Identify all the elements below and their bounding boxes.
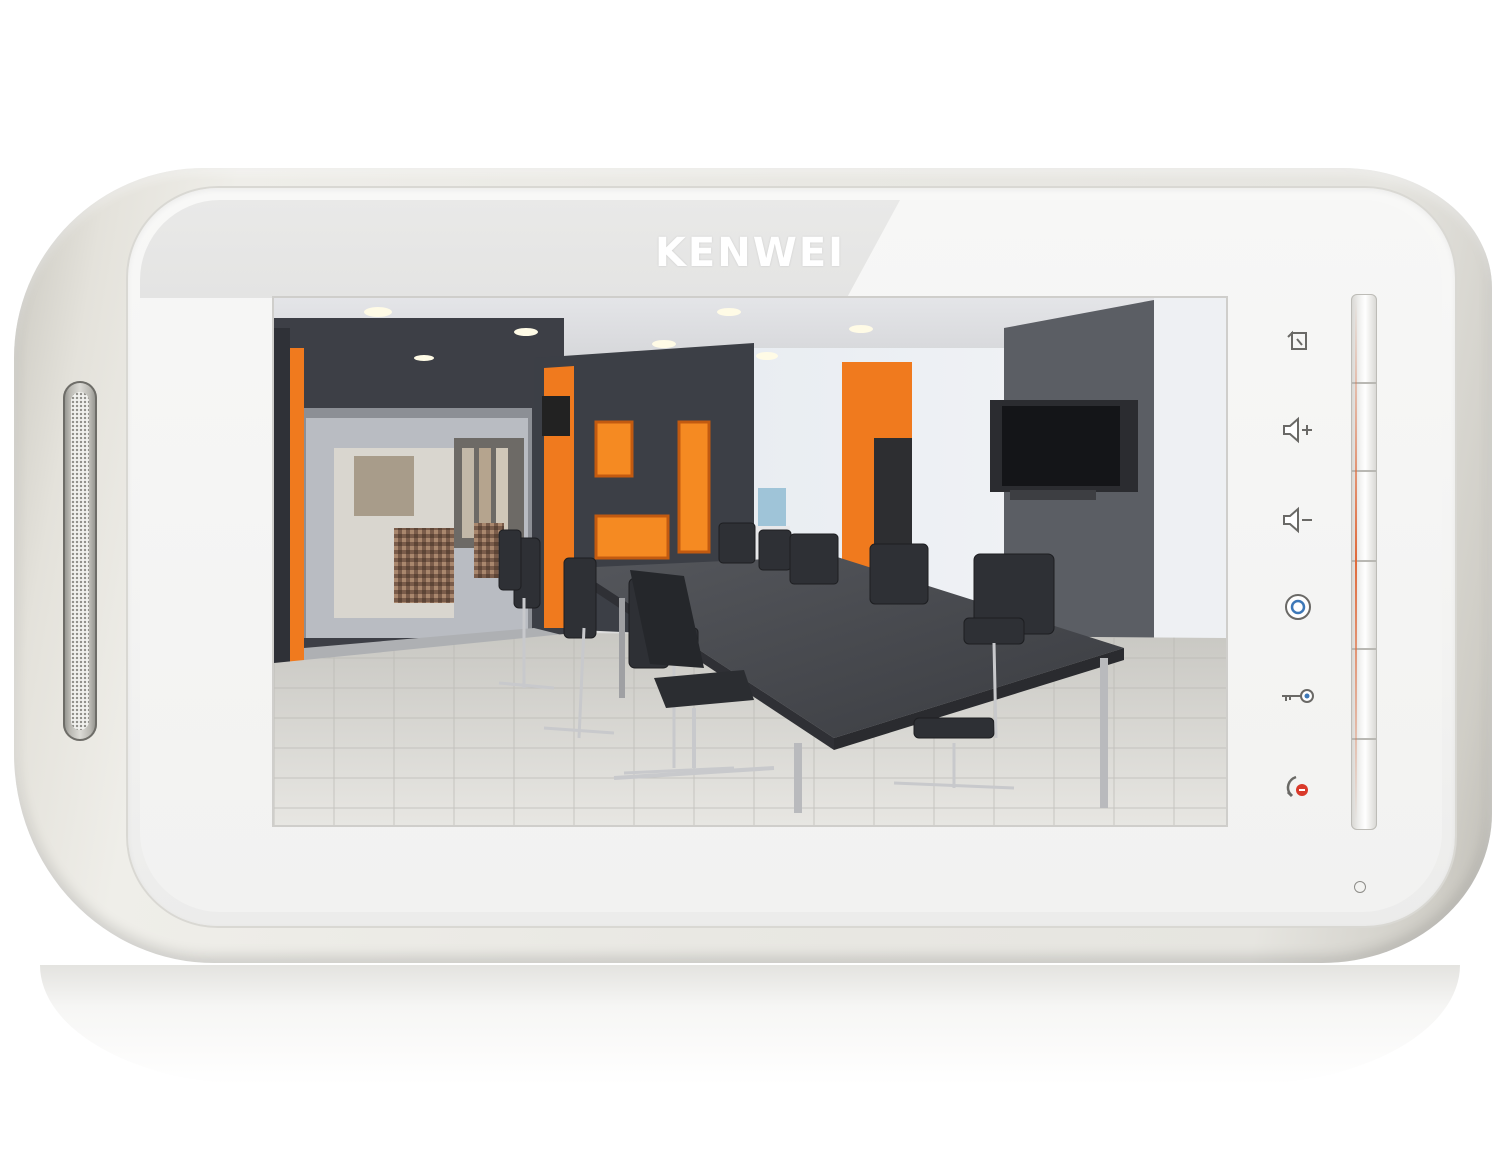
hang-up-button[interactable] — [1278, 766, 1318, 806]
monitor-icon — [1287, 330, 1307, 350]
phone-hangup-icon — [1286, 775, 1308, 798]
orange-light-strip — [1355, 300, 1357, 820]
unlock-button[interactable] — [1278, 676, 1318, 716]
surface-reflection — [40, 965, 1460, 1085]
conference-room-image — [274, 298, 1226, 825]
volume-down-icon — [1283, 506, 1312, 534]
target-icon — [1285, 594, 1311, 620]
volume-up-icon — [1283, 416, 1312, 444]
key-icon — [1282, 689, 1314, 703]
settings-button[interactable] — [1278, 587, 1318, 627]
volume-up-button[interactable] — [1278, 410, 1318, 450]
brand-logo: KENWEI — [654, 230, 846, 276]
speaker-grille — [71, 392, 89, 730]
monitor-button[interactable] — [1278, 320, 1318, 360]
volume-down-button[interactable] — [1278, 500, 1318, 540]
status-led — [1354, 881, 1366, 893]
display-screen — [274, 298, 1226, 825]
product-photo: KENWEI — [0, 0, 1501, 1161]
